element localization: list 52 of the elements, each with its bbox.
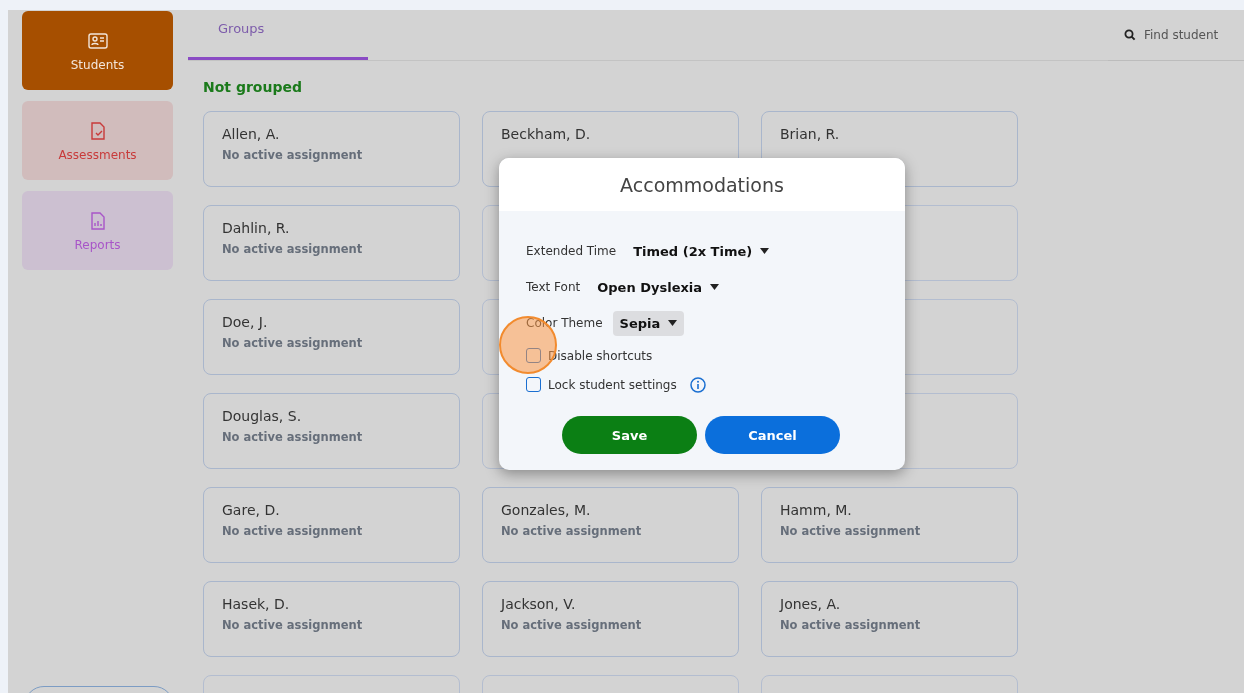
student-card[interactable]: Allen, A. No active assignment	[203, 111, 460, 187]
student-name: Gare, D.	[222, 502, 280, 518]
dropdown[interactable]: Timed (2x Time)	[626, 238, 777, 264]
student-card[interactable]: Douglas, S. No active assignment	[203, 393, 460, 469]
groups-tab[interactable]: Groups	[188, 10, 368, 60]
student-name: Douglas, S.	[222, 408, 302, 424]
setting-label: Text Font	[526, 280, 581, 294]
sidebar-item[interactable]: Students	[22, 11, 173, 90]
dialog-title: Accommodations	[499, 158, 905, 211]
assignment-status: No active assignment	[780, 524, 921, 538]
caret-icon	[710, 284, 720, 290]
student-name: Allen, A.	[222, 126, 280, 142]
assignment-status: No active assignment	[222, 336, 363, 350]
student-name: Hasek, D.	[222, 596, 290, 612]
caret-icon	[668, 320, 678, 326]
student-card[interactable]: Gare, D. No active assignment	[203, 487, 460, 563]
student-card[interactable]: Gonzales, M. No active assignment	[482, 487, 739, 563]
caret-icon	[760, 248, 770, 254]
student-name: Brian, R.	[780, 126, 840, 142]
student-card[interactable]: Hasek, D. No active assignment	[203, 581, 460, 657]
student-card[interactable]: Jones, A. No active assignment	[761, 581, 1018, 657]
info-icon[interactable]	[689, 376, 706, 393]
checkbox[interactable]	[526, 377, 541, 392]
student-name: Gonzales, M.	[501, 502, 591, 518]
student-name: Beckham, D.	[501, 126, 591, 142]
checkbox-label: Lock student settings	[548, 377, 677, 392]
dropdown[interactable]: Open Dyslexia	[590, 274, 727, 300]
save-button[interactable]: Save	[562, 416, 697, 454]
assignment-status: No active assignment	[222, 524, 363, 538]
assignment-status: No active assignment	[222, 148, 363, 162]
section-title: Not grouped	[203, 79, 303, 95]
assignment-status: No active assignment	[501, 618, 642, 632]
search-field[interactable]: Find student	[1144, 28, 1239, 42]
student-name: Jackson, V.	[501, 596, 576, 612]
student-card[interactable]: Hamm, M. No active assignment	[761, 487, 1018, 563]
student-card[interactable]: Doe, J. No active assignment	[203, 299, 460, 375]
student-name: Hamm, M.	[780, 502, 852, 518]
setting-label: Extended Time	[526, 244, 617, 258]
assignment-status: No active assignment	[780, 618, 921, 632]
assignment-status: No active assignment	[222, 430, 363, 444]
assignment-status: No active assignment	[222, 618, 363, 632]
student-card[interactable]: Jackson, V. No active assignment	[482, 581, 739, 657]
student-name: Jones, A.	[780, 596, 841, 612]
student-name: Doe, J.	[222, 314, 268, 330]
student-name: Dahlin, R.	[222, 220, 290, 236]
cancel-button[interactable]: Cancel	[705, 416, 840, 454]
student-card[interactable]: Dahlin, R. No active assignment	[203, 205, 460, 281]
assignment-status: No active assignment	[222, 242, 363, 256]
assignment-status: No active assignment	[501, 524, 642, 538]
search-icon	[1124, 29, 1136, 41]
dropdown[interactable]: Sepia	[612, 310, 685, 336]
checkbox[interactable]	[526, 348, 541, 363]
